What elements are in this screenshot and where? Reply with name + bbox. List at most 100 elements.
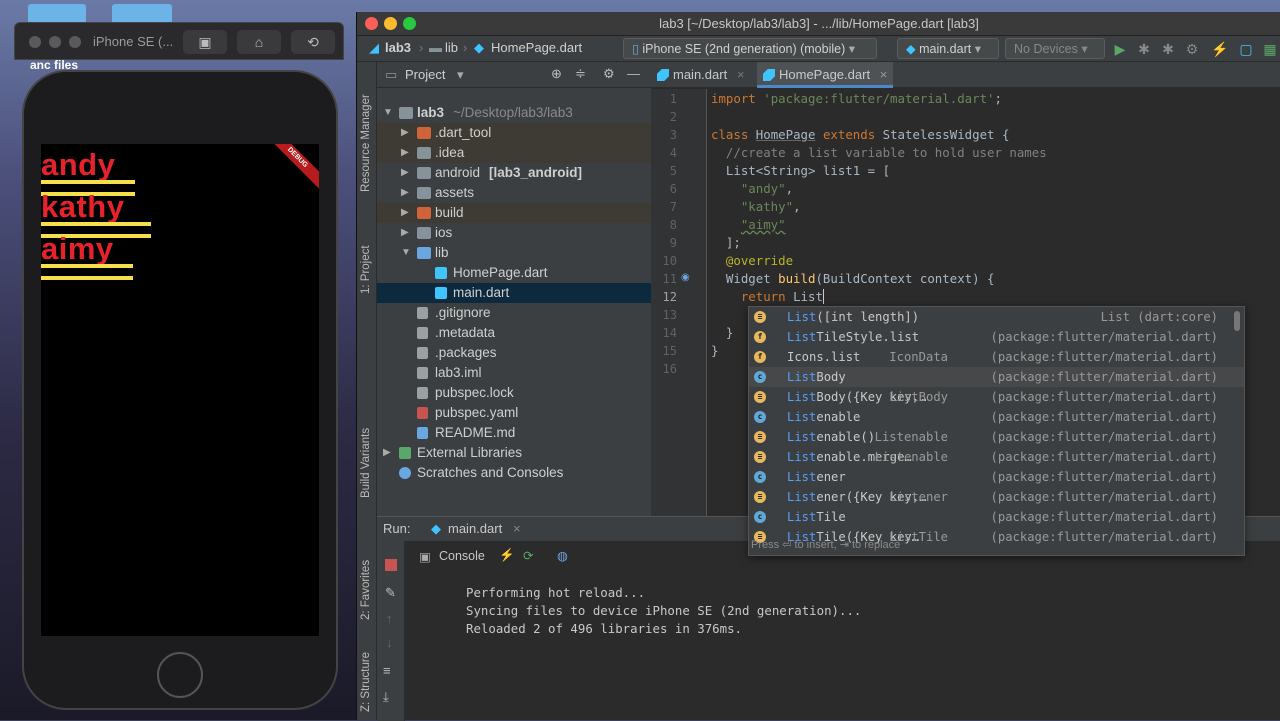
autocomplete-item[interactable]: c Listenable (package:flutter/material.dar… — [749, 407, 1244, 427]
tree-item-gitignore[interactable]: .gitignore — [377, 303, 651, 323]
tree-label: pubspec.lock — [435, 385, 514, 400]
code-line: Widget build(BuildContext context) { — [711, 271, 995, 286]
device-selector[interactable]: ▯ iPhone SE (2nd generation) (mobile) ▾ — [623, 38, 877, 59]
attach-icon[interactable]: ⚙ — [1183, 40, 1201, 58]
build-variants-tab[interactable]: Build Variants — [360, 428, 372, 498]
home-icon[interactable]: ⌂ — [237, 30, 281, 54]
autocomplete-item[interactable]: ≡ Listener({Key key,… Listener (package:flu… — [749, 487, 1244, 507]
suggestion-rest: Icons.list — [787, 350, 861, 364]
run-config-selector[interactable]: ◆ main.dart ▾ — [897, 38, 999, 59]
tree-item-readme[interactable]: README.md — [377, 423, 651, 443]
autocomplete-item[interactable]: ≡ Listenable.merge… Listenable (package:flu… — [749, 447, 1244, 467]
project-tab[interactable]: 1: Project — [360, 245, 372, 294]
breadcrumb-folder[interactable]: lib — [445, 40, 458, 55]
locate-icon[interactable]: ⊕ — [551, 66, 562, 82]
arrow-up-icon[interactable]: ↑ — [386, 611, 393, 626]
screenshot-icon[interactable]: ▣ — [183, 30, 227, 54]
rotate-icon[interactable]: ⟲ — [291, 30, 335, 54]
close-icon[interactable]: × — [513, 521, 521, 536]
chevron-right-icon[interactable]: ▶ — [401, 163, 411, 183]
tree-item-scratches[interactable]: Scratches and Consoles — [377, 463, 651, 483]
devices-combo[interactable]: No Devices ▾ — [1005, 38, 1105, 59]
line-number: 14 — [662, 326, 677, 340]
desktop-folder-icon[interactable] — [28, 4, 86, 24]
devtools-icon[interactable]: ◍ — [557, 548, 568, 563]
autocomplete-item[interactable]: ≡ List([int length]) List (dart:core) — [749, 307, 1244, 327]
breadcrumb-project[interactable]: lab3 — [385, 40, 411, 55]
gear-icon[interactable]: ⚙ — [603, 66, 615, 82]
phone-screen[interactable]: andy kathy aimy DEBUG — [41, 144, 319, 636]
tree-item-idea[interactable]: ▶ .idea — [377, 143, 651, 163]
flutter-inspector-icon[interactable]: ▢ — [1237, 40, 1255, 58]
console-line: Reloaded 2 of 496 libraries in 376ms. — [466, 621, 743, 636]
tree-item-metadata[interactable]: .metadata — [377, 323, 651, 343]
line-number: 3 — [669, 128, 677, 142]
tab-homepage-dart[interactable]: HomePage.dart × — [757, 62, 893, 88]
underline — [41, 276, 133, 280]
hot-reload-icon[interactable]: ⚡ — [1211, 40, 1229, 58]
chevron-down-icon[interactable]: ▾ — [457, 67, 464, 83]
close-dot[interactable] — [29, 36, 41, 48]
override-marker-icon[interactable]: ◉ — [681, 272, 690, 283]
tree-item-main-dart[interactable]: main.dart — [377, 283, 651, 303]
favorites-tab[interactable]: 2: Favorites — [360, 560, 372, 620]
autocomplete-popup[interactable]: ≡ List([int length]) List (dart:core) f List… — [748, 306, 1245, 556]
tree-item-ios[interactable]: ▶ ios — [377, 223, 651, 243]
profile-icon[interactable]: ✱ — [1159, 40, 1177, 58]
console-tab[interactable]: Console — [439, 549, 485, 563]
autocomplete-item[interactable]: c Listener (package:flutter/material.dart) — [749, 467, 1244, 487]
structure-tab[interactable]: Z: Structure — [360, 652, 372, 712]
tree-item-iml[interactable]: lab3.iml — [377, 363, 651, 383]
chevron-down-icon[interactable]: ▼ — [383, 103, 393, 123]
tree-item-assets[interactable]: ▶ assets — [377, 183, 651, 203]
autocomplete-item[interactable]: ≡ Listenable() Listenable (package:flutter/… — [749, 427, 1244, 447]
chevron-right-icon[interactable]: ▶ — [401, 183, 411, 203]
tab-main-dart[interactable]: main.dart × — [651, 62, 755, 88]
pin-icon[interactable]: ✎ — [385, 585, 396, 601]
run-config-tab[interactable]: main.dart — [448, 521, 502, 536]
autocomplete-item[interactable]: ≡ ListBody({Key key,… ListBody (package:flu… — [749, 387, 1244, 407]
tree-item-build[interactable]: ▶ build — [377, 203, 651, 223]
hot-reload-icon[interactable]: ⚡ — [499, 548, 515, 563]
close-icon[interactable]: × — [737, 67, 745, 82]
sdk-manager-icon[interactable]: ▦ — [1261, 40, 1279, 58]
run-icon[interactable]: ▶ — [1111, 40, 1129, 58]
minimize-dot[interactable] — [49, 36, 61, 48]
tree-item-root[interactable]: ▼ lab3 ~/Desktop/lab3/lab3 — [377, 103, 651, 123]
zoom-dot[interactable] — [69, 36, 81, 48]
chevron-right-icon[interactable]: ▶ — [383, 443, 393, 463]
arrow-down-icon[interactable]: ↓ — [386, 635, 393, 650]
chevron-right-icon[interactable]: ▶ — [401, 143, 411, 163]
stop-icon[interactable] — [385, 559, 397, 571]
chevron-down-icon[interactable]: ▼ — [401, 243, 411, 263]
autocomplete-item[interactable]: f Icons.list IconData (package:flutter/mate… — [749, 347, 1244, 367]
project-view-label[interactable]: Project — [405, 67, 445, 82]
breadcrumb-file[interactable]: HomePage.dart — [491, 40, 582, 55]
scroll-to-end-icon[interactable]: ⤓ — [383, 689, 389, 705]
autocomplete-item[interactable]: f ListTileStyle.list (package:flutter/mate… — [749, 327, 1244, 347]
desktop-folder-icon[interactable] — [112, 4, 172, 24]
chevron-right-icon[interactable]: ▶ — [401, 123, 411, 143]
tree-item-android[interactable]: ▶ android [lab3_android] — [377, 163, 651, 183]
resource-manager-tab[interactable]: Resource Manager — [360, 94, 372, 192]
soft-wrap-icon[interactable]: ≡ — [383, 663, 391, 678]
autocomplete-item[interactable]: c ListTile (package:flutter/material.dart) — [749, 507, 1244, 527]
tree-item-dart-tool[interactable]: ▶ .dart_tool — [377, 123, 651, 143]
tree-item-pubspec-lock[interactable]: pubspec.lock — [377, 383, 651, 403]
debug-icon[interactable]: ✱ — [1135, 40, 1153, 58]
tree-item-external-libraries[interactable]: ▶ External Libraries — [377, 443, 651, 463]
autocomplete-item[interactable]: c ListBody (package:flutter/material.dart) — [749, 367, 1244, 387]
chevron-right-icon[interactable]: ▶ — [401, 223, 411, 243]
home-button[interactable] — [157, 652, 203, 698]
tree-item-packages[interactable]: .packages — [377, 343, 651, 363]
collapse-all-icon[interactable]: ≑ — [575, 66, 586, 82]
close-icon[interactable]: × — [880, 67, 888, 82]
tree-item-lib[interactable]: ▼ lib — [377, 243, 651, 263]
chevron-right-icon[interactable]: ▶ — [401, 203, 411, 223]
scrollbar[interactable] — [1234, 311, 1240, 331]
tree-item-pubspec-yaml[interactable]: pubspec.yaml — [377, 403, 651, 423]
tree-item-homepage-dart[interactable]: HomePage.dart — [377, 263, 651, 283]
hot-restart-icon[interactable]: ⟳ — [523, 548, 533, 563]
hide-icon[interactable]: — — [627, 66, 640, 81]
method-icon: ≡ — [754, 311, 766, 323]
